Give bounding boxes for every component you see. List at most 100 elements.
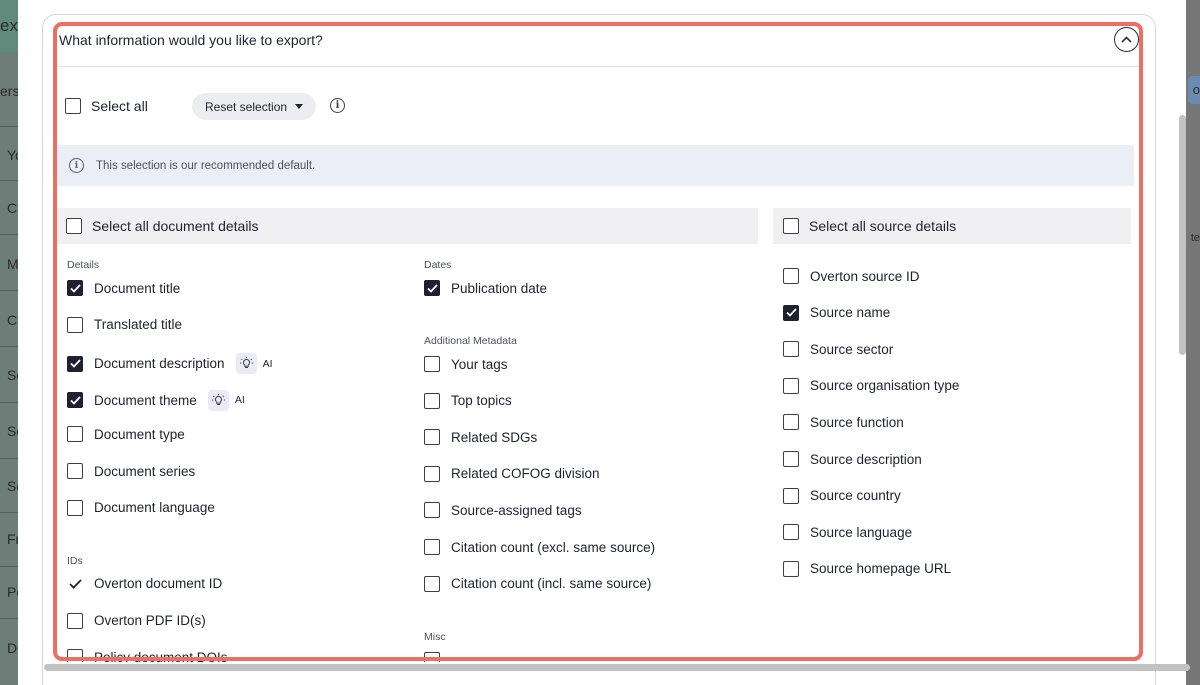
option-related-cofog-division[interactable]: Related COFOG division: [424, 465, 600, 482]
locked-checkmark: [67, 578, 83, 589]
option-citation-count-excl-same-source[interactable]: Citation count (excl. same source): [424, 539, 655, 555]
option-label: Publication date: [451, 280, 548, 296]
option-publication-date[interactable]: Publication date: [424, 280, 547, 296]
option-label: Source name: [810, 305, 891, 321]
option-related-sdgs[interactable]: Related SDGs: [424, 429, 537, 446]
option-source-homepage-url[interactable]: Source homepage URL: [783, 560, 951, 577]
bg-fragment: te: [1190, 232, 1200, 244]
reset-selection-label: Reset selection: [205, 99, 288, 114]
option-label: Source sector: [810, 341, 894, 357]
option-source-country[interactable]: Source country: [783, 487, 901, 504]
checkbox[interactable]: [424, 465, 440, 482]
option-document-description[interactable]: Document description AI: [67, 353, 273, 375]
option-source-language[interactable]: Source language: [783, 524, 913, 541]
ai-label: AI: [262, 357, 273, 370]
checkbox[interactable]: [424, 575, 440, 592]
option-overton-document-id[interactable]: Overton document ID: [67, 576, 222, 591]
section-label-ids: IDs: [67, 555, 83, 567]
export-modal: What information would you like to expor…: [18, 0, 1190, 685]
option-label: Document description: [94, 356, 225, 372]
checkbox[interactable]: [783, 524, 799, 541]
checkbox[interactable]: [783, 218, 799, 234]
checkbox[interactable]: [783, 487, 799, 504]
checkbox[interactable]: [783, 304, 799, 321]
checkbox[interactable]: [424, 502, 440, 519]
option-document-theme[interactable]: Document theme AI: [67, 389, 245, 411]
option-document-type[interactable]: Document type: [67, 426, 185, 443]
checkbox[interactable]: [67, 280, 83, 296]
checkbox[interactable]: [424, 429, 440, 446]
option-label: Document theme: [94, 392, 197, 408]
option-label: Translated title: [94, 317, 183, 333]
checkbox[interactable]: [783, 268, 799, 284]
checkbox[interactable]: [424, 356, 440, 372]
checkbox[interactable]: [65, 98, 81, 114]
checkbox[interactable]: [424, 392, 440, 409]
caret-down-icon: [295, 104, 304, 109]
checkbox[interactable]: [424, 280, 440, 296]
checkbox[interactable]: [67, 355, 83, 372]
checkbox[interactable]: [67, 649, 83, 662]
lightbulb-icon: [207, 389, 229, 411]
reset-selection-dropdown[interactable]: Reset selection: [192, 93, 317, 120]
option-top-topics[interactable]: Top topics: [424, 392, 512, 409]
misc-checkbox-partial[interactable]: [424, 652, 440, 662]
checkbox[interactable]: [783, 377, 799, 394]
checkbox[interactable]: [783, 451, 799, 467]
option-citation-count-incl-same-source[interactable]: Citation count (incl. same source): [424, 575, 651, 592]
info-icon[interactable]: i: [330, 98, 345, 113]
select-all-document-details[interactable]: Select all document details: [56, 208, 758, 244]
option-label: Source description: [810, 451, 922, 467]
option-document-series[interactable]: Document series: [67, 463, 195, 479]
option-source-function[interactable]: Source function: [783, 414, 904, 431]
ai-badge: AI: [235, 353, 273, 375]
background-right-strip: o te: [1186, 0, 1200, 685]
select-all-checkbox[interactable]: Select all: [65, 98, 148, 114]
notice-text: This selection is our recommended defaul…: [96, 159, 316, 172]
option-label: Your tags: [451, 356, 508, 372]
checkbox[interactable]: [783, 560, 799, 577]
option-label: Source-assigned tags: [451, 502, 582, 518]
bg-fragment: ers: [0, 83, 20, 99]
option-policy-document-dois[interactable]: Policy document DOIs: [67, 649, 228, 662]
checkbox[interactable]: [66, 218, 82, 234]
option-label: Document type: [94, 426, 185, 442]
collapse-button[interactable]: [1114, 27, 1139, 52]
select-all-source-details[interactable]: Select all source details: [773, 208, 1131, 244]
checkbox[interactable]: [67, 316, 83, 333]
section-label-additional-metadata: Additional Metadata: [424, 335, 517, 347]
option-document-title[interactable]: Document title: [67, 280, 180, 296]
option-overton-pdf-id-s[interactable]: Overton PDF ID(s): [67, 612, 206, 629]
option-label: Related COFOG division: [451, 466, 600, 482]
option-source-organisation-type[interactable]: Source organisation type: [783, 377, 959, 394]
option-label: Citation count (excl. same source): [451, 539, 656, 555]
option-source-name[interactable]: Source name: [783, 304, 891, 321]
option-source-assigned-tags[interactable]: Source-assigned tags: [424, 502, 582, 519]
option-source-sector[interactable]: Source sector: [783, 341, 894, 358]
option-overton-source-id[interactable]: Overton source ID: [783, 268, 920, 284]
checkbox[interactable]: [783, 414, 799, 431]
checkbox[interactable]: [424, 652, 440, 662]
option-translated-title[interactable]: Translated title: [67, 316, 183, 333]
option-document-language[interactable]: Document language: [67, 499, 215, 516]
option-source-description[interactable]: Source description: [783, 451, 922, 467]
option-your-tags[interactable]: Your tags: [424, 356, 508, 372]
bg-fragment: ex: [0, 16, 18, 35]
info-icon: i: [69, 158, 84, 173]
checkbox[interactable]: [424, 539, 440, 555]
ai-label: AI: [234, 394, 245, 407]
option-label: Document language: [94, 500, 215, 516]
section-label-misc: Misc: [424, 631, 446, 643]
checkmark-icon: [68, 578, 82, 589]
recommended-notice: i This selection is our recommended defa…: [56, 145, 1134, 186]
checkbox[interactable]: [67, 499, 83, 516]
checkbox[interactable]: [67, 426, 83, 443]
header-divider: [56, 66, 1140, 67]
checkbox[interactable]: [783, 341, 799, 358]
checkbox[interactable]: [67, 612, 83, 629]
checkbox[interactable]: [67, 392, 83, 409]
horizontal-scrollbar[interactable]: [44, 664, 1190, 671]
option-label: Source language: [810, 524, 913, 540]
vertical-scrollbar[interactable]: [1179, 115, 1186, 355]
checkbox[interactable]: [67, 463, 83, 479]
